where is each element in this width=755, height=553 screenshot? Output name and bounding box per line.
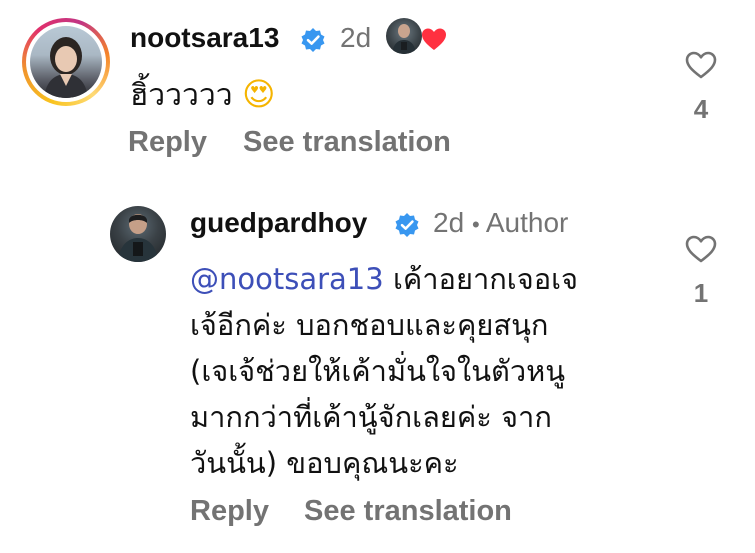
comment-timestamp: 2d: [340, 22, 372, 53]
reply-see-translation-button[interactable]: See translation: [304, 495, 512, 528]
reply-text-line: เจ้อีกค่ะ บอกชอบและคุยสนุก: [190, 308, 549, 342]
reply-like-count: 1: [693, 278, 709, 308]
reply-text-segment: เค้าอยากเจอเจ: [392, 262, 579, 296]
comment-like-count: 4: [693, 94, 709, 124]
meta-separator: •: [471, 212, 480, 237]
comment-see-translation-button[interactable]: See translation: [243, 126, 451, 159]
reply-meta: 2d • Author: [433, 207, 568, 239]
verified-badge-icon: [300, 27, 326, 53]
mention-link[interactable]: @nootsara13: [190, 262, 384, 296]
reply-username[interactable]: guedpardhoy: [190, 207, 367, 239]
commenter-avatar[interactable]: [22, 18, 110, 106]
author-label: Author: [485, 207, 569, 238]
commenter-username[interactable]: nootsara13: [130, 22, 279, 54]
reply-text-line: มากกว่าที่เค้านู้จักเลยค่ะ จาก: [190, 400, 552, 434]
comment-like-heart-icon[interactable]: [684, 50, 718, 80]
comment-text: ฮิ้ววววว 😍: [130, 71, 275, 119]
reply-author-avatar[interactable]: [110, 206, 166, 262]
reply-text-line: (เจเจ้ช่วยให้เค้ามั่นใจในตัวหนู: [190, 354, 566, 388]
heart-icon: [420, 26, 448, 52]
reply-timestamp: 2d: [433, 207, 465, 238]
comment-reply-button[interactable]: Reply: [128, 126, 207, 159]
verified-badge-icon: [394, 212, 420, 238]
reply-reply-button[interactable]: Reply: [190, 495, 269, 528]
reply-text-line: @nootsara13 เค้าอยากเจอเจ: [190, 256, 578, 302]
reply-text-line: วันนั้น) ขอบคุณนะคะ: [190, 446, 459, 480]
reply-like-heart-icon[interactable]: [684, 234, 718, 264]
comment-text-body: ฮิ้ววววว: [130, 78, 233, 113]
heart-eyes-emoji: 😍: [242, 75, 276, 113]
author-liker-avatar: [386, 18, 422, 54]
reply-text: @nootsara13 เค้าอยากเจอเจ เจ้อีกค่ะ บอกช…: [190, 256, 578, 486]
